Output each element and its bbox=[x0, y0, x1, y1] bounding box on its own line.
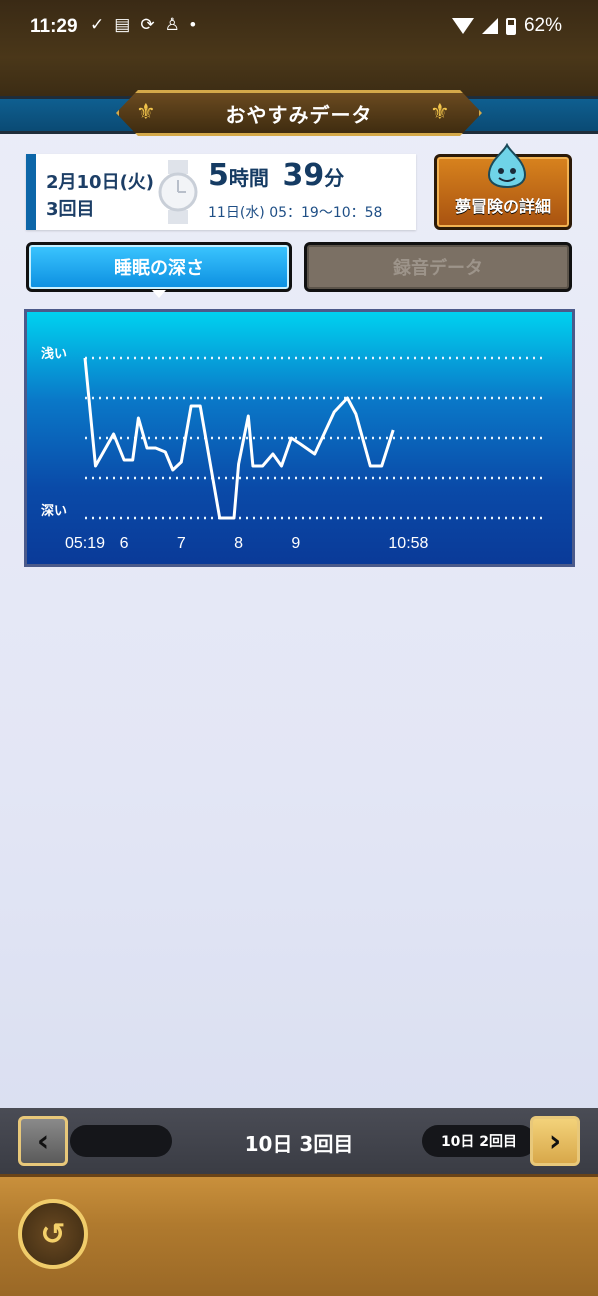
dot-icon: • bbox=[189, 15, 196, 34]
x-tick-label: 6 bbox=[120, 535, 129, 552]
fleur-left-icon: ⚜ bbox=[136, 100, 156, 125]
x-tick-label: 8 bbox=[234, 535, 243, 552]
x-tick-label: 9 bbox=[291, 535, 300, 552]
duration-minutes-unit: 分 bbox=[324, 166, 345, 190]
tab-recording-data-label: 録音データ bbox=[393, 258, 483, 279]
active-tab-pointer bbox=[152, 290, 166, 298]
tab-sleep-depth[interactable]: 睡眠の深さ bbox=[26, 242, 292, 292]
duration-minutes: 39 bbox=[282, 158, 325, 193]
sleep-time-range: 11日(水) 05：19～10：58 bbox=[208, 205, 383, 221]
fleur-right-icon: ⚜ bbox=[430, 100, 450, 125]
y-label-deep: 深い bbox=[41, 503, 67, 519]
session-navigation: ‹ 10日 3回目 10日 2回目 › bbox=[0, 1108, 598, 1174]
sync-icon: ⟳ bbox=[140, 15, 155, 34]
dream-adventure-button[interactable]: 夢冒険の詳細 bbox=[434, 143, 572, 230]
battery-level: 62% bbox=[523, 15, 562, 36]
bottom-frame: ↺ bbox=[0, 1174, 598, 1296]
next-session-label: 10日 2回目 bbox=[440, 1134, 518, 1150]
x-tick-label: 10:58 bbox=[388, 535, 428, 552]
session-count: 3回目 bbox=[46, 199, 95, 220]
status-icons: ✓ ▤ ⟳ ♙ • bbox=[90, 15, 196, 35]
sleep-depth-chart: 浅い 深い 05:19 6 7 8 9 10:58 bbox=[24, 309, 575, 567]
watch-icon bbox=[158, 160, 198, 224]
x-tick-label: 7 bbox=[177, 535, 186, 552]
status-time: 11:29 bbox=[30, 16, 78, 37]
chart-svg: 浅い 深い 05:19 6 7 8 9 10:58 bbox=[27, 312, 572, 564]
check-circle-icon: ✓ bbox=[90, 15, 105, 34]
app-icon: ♙ bbox=[164, 15, 180, 34]
duration-hours: 5 bbox=[208, 158, 229, 193]
chart-background bbox=[27, 312, 572, 564]
back-arrow-icon: ↺ bbox=[40, 1216, 66, 1252]
tab-sleep-depth-label: 睡眠の深さ bbox=[114, 258, 204, 279]
y-label-shallow: 浅い bbox=[41, 346, 67, 362]
status-bar: 11:29 ✓ ▤ ⟳ ♙ • 62% bbox=[0, 0, 598, 54]
session-info-card: 2月10日(火) 3回目 5時間 39分 11日(水) 05：19～10：58 bbox=[26, 154, 416, 230]
sleep-duration: 5時間 39分 bbox=[208, 158, 344, 193]
session-date: 2月10日(火) bbox=[46, 172, 155, 193]
battery-icon bbox=[505, 17, 516, 35]
chevron-right-icon: › bbox=[548, 1123, 562, 1159]
status-right: 62% bbox=[451, 15, 562, 37]
signal-icon bbox=[481, 18, 498, 34]
slime-icon bbox=[487, 143, 527, 189]
next-session-pill[interactable]: 10日 2回目 bbox=[422, 1125, 536, 1157]
x-tick-label: 05:19 bbox=[65, 535, 105, 552]
title-plate: おやすみデータ bbox=[116, 90, 482, 136]
back-button[interactable]: ↺ bbox=[18, 1199, 88, 1269]
tab-recording-data[interactable]: 録音データ bbox=[304, 242, 572, 292]
next-session-button[interactable]: › bbox=[530, 1116, 580, 1166]
notification-icon: ▤ bbox=[114, 15, 131, 34]
page-title: おやすみデータ bbox=[225, 102, 373, 127]
wifi-icon bbox=[451, 18, 474, 34]
dream-adventure-label: 夢冒険の詳細 bbox=[454, 197, 551, 216]
duration-hours-unit: 時間 bbox=[228, 166, 269, 190]
